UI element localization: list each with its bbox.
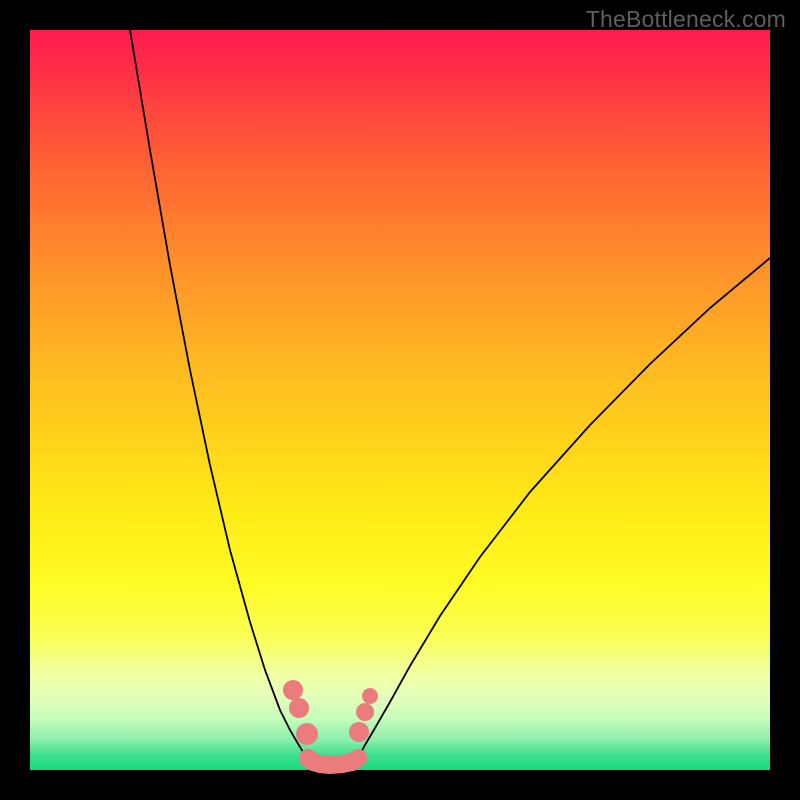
marker-right-mid [356, 703, 374, 721]
chart-frame: TheBottleneck.com [0, 0, 800, 800]
watermark-text: TheBottleneck.com [586, 6, 786, 33]
marker-group [283, 680, 378, 745]
marker-left-lower [296, 723, 318, 745]
plot-area [30, 30, 770, 770]
marker-left-mid [289, 698, 309, 718]
marker-right-lower [349, 722, 369, 742]
chart-svg [30, 30, 770, 770]
curve-right [358, 258, 770, 758]
curve-left [130, 30, 308, 758]
marker-left-upper [283, 680, 303, 700]
marker-right-upper [362, 688, 378, 704]
trough-shape [308, 758, 358, 765]
